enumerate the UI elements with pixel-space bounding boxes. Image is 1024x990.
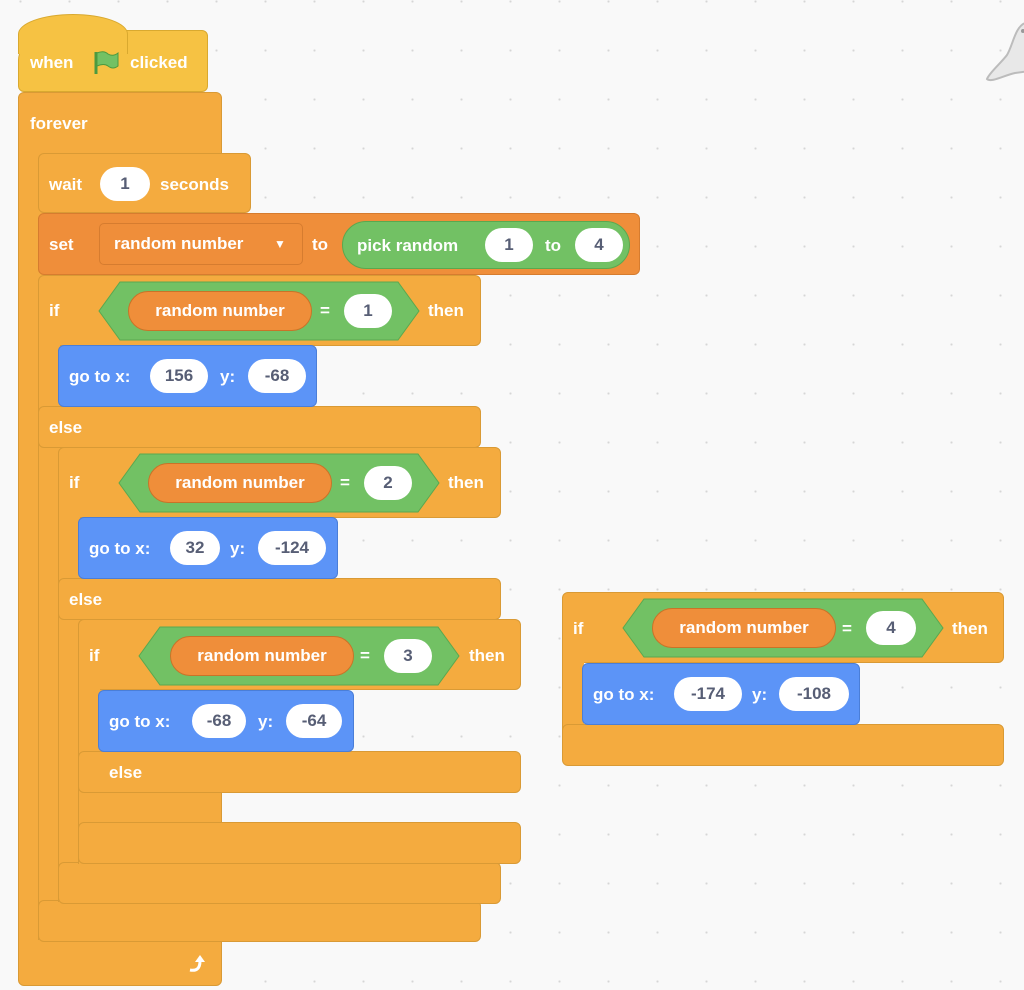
if-label: if bbox=[49, 301, 60, 320]
compare-value-input[interactable]: 1 bbox=[344, 294, 392, 328]
set-label: set bbox=[49, 235, 74, 254]
x-input[interactable]: -174 bbox=[674, 677, 742, 711]
y-input[interactable]: -68 bbox=[248, 359, 306, 393]
else-label: else bbox=[49, 418, 83, 437]
seal-sprite-icon bbox=[985, 22, 1024, 82]
random-from-input[interactable]: 1 bbox=[485, 228, 533, 262]
green-flag-icon bbox=[94, 51, 119, 74]
y-input[interactable]: -64 bbox=[286, 704, 342, 738]
chevron-down-icon: ▼ bbox=[274, 237, 286, 251]
compare-value-input[interactable]: 3 bbox=[384, 639, 432, 673]
compare-value-input[interactable]: 2 bbox=[364, 466, 412, 500]
random-number-reporter[interactable]: random number bbox=[148, 463, 332, 503]
x-input[interactable]: -68 bbox=[192, 704, 246, 738]
x-input[interactable]: 156 bbox=[150, 359, 208, 393]
then-label: then bbox=[428, 301, 464, 320]
variable-dropdown[interactable]: random number ▼ bbox=[99, 223, 303, 265]
forever-label: forever bbox=[30, 114, 88, 133]
y-input[interactable]: -108 bbox=[779, 677, 849, 711]
seconds-label: seconds bbox=[160, 175, 229, 194]
x-input[interactable]: 32 bbox=[170, 531, 220, 565]
y-input[interactable]: -124 bbox=[258, 531, 326, 565]
equals-operator: = bbox=[320, 301, 330, 320]
random-number-reporter[interactable]: random number bbox=[652, 608, 836, 648]
when-label: when bbox=[30, 53, 74, 72]
clicked-label: clicked bbox=[130, 53, 188, 72]
loop-arrow-icon bbox=[189, 955, 205, 972]
pick-random-block[interactable]: pick random 1 to 4 bbox=[342, 221, 630, 269]
random-number-reporter[interactable]: random number bbox=[128, 291, 312, 331]
random-to-input[interactable]: 4 bbox=[575, 228, 623, 262]
compare-value-input[interactable]: 4 bbox=[866, 611, 916, 645]
wait-seconds-input[interactable]: 1 bbox=[100, 167, 150, 201]
random-number-reporter[interactable]: random number bbox=[170, 636, 354, 676]
to-label: to bbox=[312, 235, 329, 254]
wait-label: wait bbox=[49, 175, 83, 194]
